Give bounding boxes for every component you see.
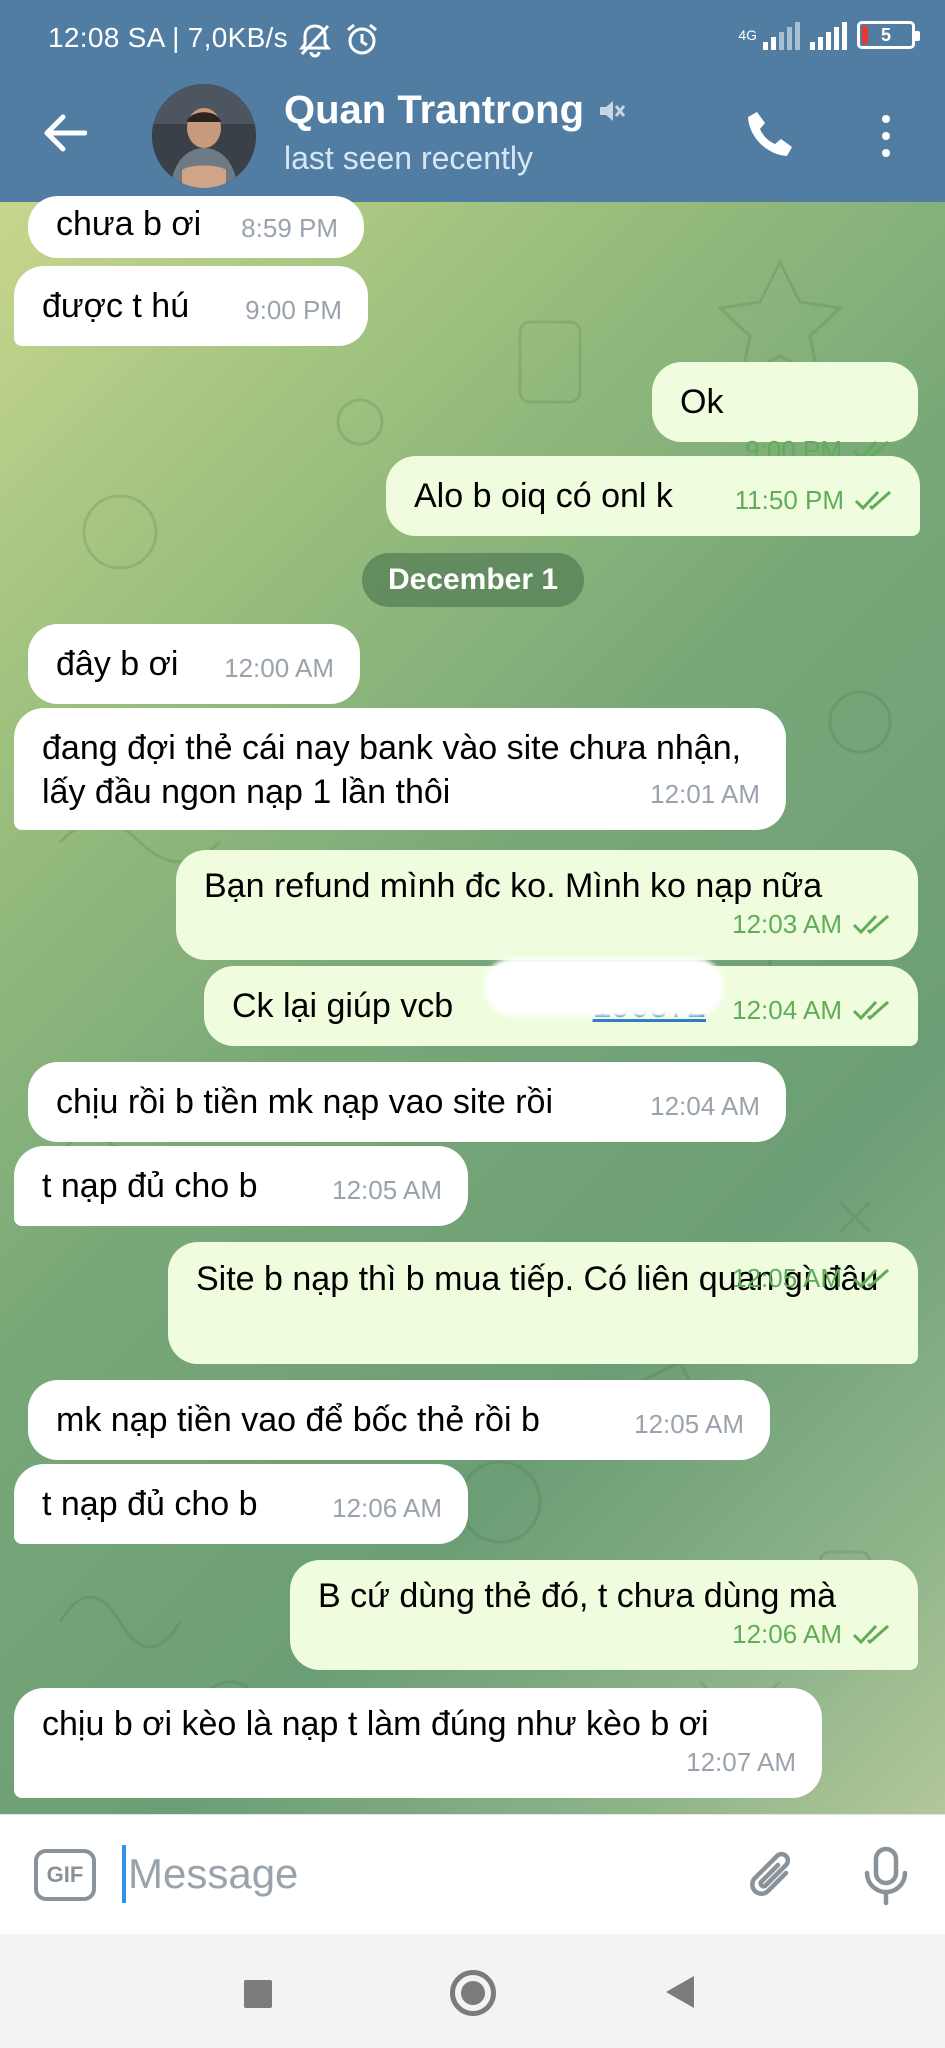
message-incoming[interactable]: t nạp đủ cho b 12:05 AM xyxy=(14,1146,468,1226)
text-cursor xyxy=(122,1845,126,1903)
recent-apps-button[interactable] xyxy=(244,1980,272,2008)
message-time: 8:59 PM xyxy=(241,213,338,243)
message-time: 12:01 AM xyxy=(650,779,760,809)
muted-speaker-icon xyxy=(600,100,626,121)
message-text: Ok xyxy=(680,383,724,421)
message-text: chưa b ơi xyxy=(56,205,202,243)
message-text: Alo b oiq có onl k xyxy=(414,477,673,515)
avatar[interactable] xyxy=(152,84,256,188)
last-seen-status: last seen recently xyxy=(284,140,534,176)
status-time: 12:08 SA | 7,0KB/s xyxy=(48,22,288,53)
message-incoming[interactable]: chịu b ơi kèo là nạp t làm đúng như kèo … xyxy=(14,1688,822,1798)
signal-2-icon xyxy=(810,20,847,50)
chat-title[interactable]: Quan Trantrong xyxy=(284,88,626,133)
battery-level: 5 xyxy=(880,24,891,45)
message-outgoing[interactable]: Alo b oiq có onl k 11:50 PM xyxy=(386,456,920,536)
message-incoming[interactable]: chịu rồi b tiền mk nạp vao site rồi 12:0… xyxy=(28,1062,786,1142)
message-composer: GIF xyxy=(0,1814,945,1934)
message-text: Ck lại giúp vcb xyxy=(232,987,454,1025)
mute-notification-icon xyxy=(299,24,331,58)
gif-button[interactable]: GIF xyxy=(34,1849,96,1901)
message-incoming[interactable]: chưa b ơi 8:59 PM xyxy=(28,196,364,258)
message-time: 12:06 AM xyxy=(318,1618,892,1650)
message-incoming[interactable]: t nạp đủ cho b 12:06 AM xyxy=(14,1464,468,1544)
message-text: được t hú xyxy=(42,287,190,325)
message-time: 12:06 AM xyxy=(332,1493,442,1523)
message-outgoing[interactable]: B cứ dùng thẻ đó, t chưa dùng mà 12:06 A… xyxy=(290,1560,918,1670)
microphone-icon xyxy=(864,1846,908,1906)
message-text: Bạn refund mình đc ko. Mình ko nạp nữa xyxy=(204,867,823,905)
message-incoming[interactable]: được t hú 9:00 PM xyxy=(14,266,368,346)
home-button[interactable] xyxy=(450,1970,496,2016)
message-time: 12:00 AM xyxy=(224,653,334,683)
system-navigation-bar xyxy=(0,1934,945,2048)
message-time: 9:00 PM xyxy=(245,295,342,325)
battery-icon: 5 xyxy=(857,21,920,49)
redaction-mark xyxy=(484,958,724,1016)
message-text: chịu b ơi kèo là nạp t làm đúng như kèo … xyxy=(42,1705,709,1743)
network-type: 4G xyxy=(738,27,757,43)
message-outgoing[interactable]: Site b nạp thì b mua tiếp. Có liên quan … xyxy=(168,1242,918,1364)
more-menu-button[interactable] xyxy=(868,108,904,164)
message-time: 12:04 AM xyxy=(650,1091,760,1121)
message-text: mk nạp tiền vao để bốc thẻ rồi b xyxy=(56,1401,540,1439)
more-vertical-icon xyxy=(882,115,890,123)
message-text: t nạp đủ cho b xyxy=(42,1485,258,1523)
back-arrow-icon xyxy=(44,114,87,152)
paperclip-icon xyxy=(750,1851,791,1896)
message-time: 12:07 AM xyxy=(686,1747,796,1777)
message-time: 11:50 PM xyxy=(735,484,894,516)
message-time: 12:05 AM xyxy=(634,1409,744,1439)
back-button[interactable] xyxy=(40,108,90,158)
message-time: 12:05 AM xyxy=(332,1175,442,1205)
message-incoming[interactable]: đây b ơi 12:00 AM xyxy=(28,624,360,704)
voice-record-button[interactable] xyxy=(858,1845,914,1907)
message-incoming[interactable]: mk nạp tiền vao để bốc thẻ rồi b 12:05 A… xyxy=(28,1380,770,1460)
message-text: đây b ơi xyxy=(56,645,179,683)
message-text: t nạp đủ cho b xyxy=(42,1167,258,1205)
message-outgoing[interactable]: Ok 9:00 PM xyxy=(652,362,918,465)
double-check-icon xyxy=(852,1624,889,1645)
message-outgoing[interactable]: Bạn refund mình đc ko. Mình ko nạp nữa 1… xyxy=(176,850,918,960)
message-time: 12:04 AM xyxy=(732,994,892,1026)
attach-button[interactable] xyxy=(744,1847,802,1905)
message-incoming[interactable]: đang đợi thẻ cái nay bank vào site chưa … xyxy=(14,708,786,830)
signal-icon xyxy=(763,20,800,50)
message-text: đang đợi thẻ cái nay bank vào site chưa … xyxy=(42,729,742,811)
contact-name: Quan Trantrong xyxy=(284,88,584,132)
message-text: B cứ dùng thẻ đó, t chưa dùng mà xyxy=(318,1577,837,1615)
double-check-icon xyxy=(852,1000,889,1021)
message-text: chịu rồi b tiền mk nạp vao site rồi xyxy=(56,1083,554,1121)
alarm-icon xyxy=(347,23,377,55)
system-back-button[interactable] xyxy=(666,1976,694,2008)
status-indicators: 4G 5 xyxy=(738,20,920,50)
double-check-icon xyxy=(854,490,891,511)
double-check-icon xyxy=(852,1268,889,1289)
phone-icon xyxy=(748,112,792,156)
call-button[interactable] xyxy=(742,106,798,162)
message-input[interactable] xyxy=(128,1841,688,1907)
message-time: 12:03 AM xyxy=(204,908,892,940)
chat-header: 12:08 SA | 7,0KB/s 4G 5 Quan Trantrong l… xyxy=(0,0,945,202)
date-separator: December 1 xyxy=(362,553,584,607)
double-check-icon xyxy=(852,914,889,935)
